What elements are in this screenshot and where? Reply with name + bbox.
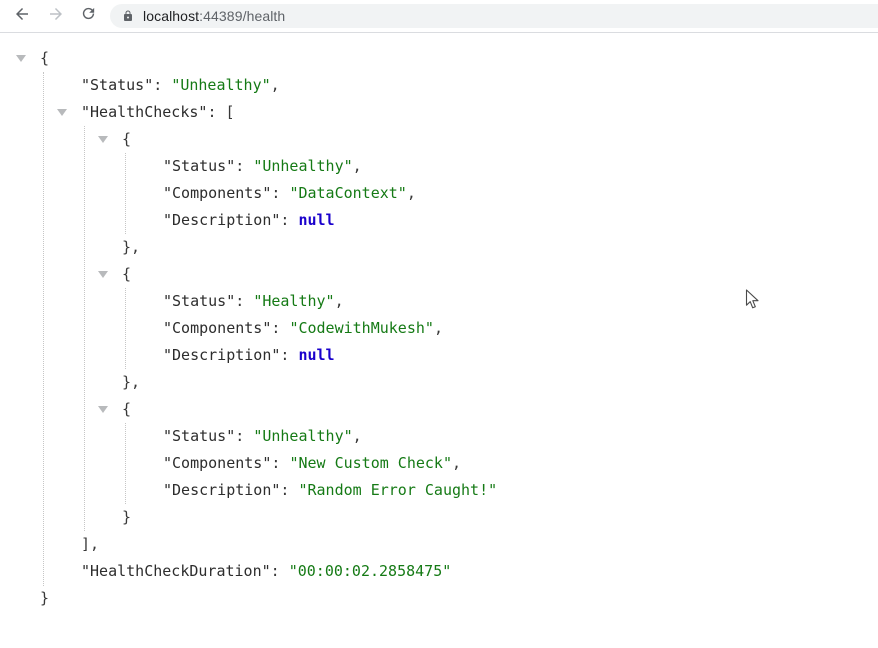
json-segment-n: null (298, 211, 334, 229)
json-line: "Status": "Unhealthy", (0, 72, 878, 99)
json-segment-p: : (235, 427, 253, 445)
json-line: } (0, 504, 878, 531)
json-segment-p: : (271, 319, 289, 337)
json-line: "Components": "New Custom Check", (0, 450, 878, 477)
json-segment-p: { (122, 265, 131, 283)
lock-icon (122, 9, 134, 23)
json-segment-s: "Unhealthy" (171, 76, 270, 94)
json-segment-p: , (335, 292, 344, 310)
json-segment-s: "Healthy" (253, 292, 334, 310)
mouse-cursor (745, 289, 760, 311)
json-segment-p: : (280, 481, 298, 499)
collapse-toggle-icon[interactable] (57, 109, 67, 116)
json-segment-p: }, (122, 238, 140, 256)
json-segment-p: : [ (207, 103, 234, 121)
json-segment-k: "Status" (163, 157, 235, 175)
forward-button[interactable] (47, 7, 65, 25)
refresh-icon (80, 5, 97, 27)
json-line: "HealthCheckDuration": "00:00:02.2858475… (0, 558, 878, 585)
json-segment-p: { (122, 130, 131, 148)
url-text: localhost:44389/health (143, 8, 285, 24)
json-segment-k: "Status" (163, 427, 235, 445)
json-segment-s: "CodewithMukesh" (289, 319, 434, 337)
json-line: "Description": "Random Error Caught!" (0, 477, 878, 504)
json-segment-p: , (434, 319, 443, 337)
collapse-toggle-icon[interactable] (16, 55, 26, 62)
json-segment-s: "00:00:02.2858475" (289, 562, 452, 580)
json-segment-p: , (452, 454, 461, 472)
browser-toolbar: localhost:44389/health (0, 0, 878, 33)
json-segment-n: null (298, 346, 334, 364)
json-segment-p: , (271, 76, 280, 94)
json-segment-p: : (153, 76, 171, 94)
address-bar[interactable]: localhost:44389/health (110, 4, 878, 28)
json-segment-k: "Description" (163, 481, 280, 499)
json-segment-p: , (353, 157, 362, 175)
json-segment-p: , (353, 427, 362, 445)
json-segment-k: "Status" (163, 292, 235, 310)
json-segment-p: } (40, 589, 49, 607)
json-line: { (0, 261, 878, 288)
json-line: { (0, 396, 878, 423)
collapse-toggle-icon[interactable] (98, 406, 108, 413)
forward-arrow-icon (47, 5, 65, 28)
refresh-button[interactable] (79, 7, 97, 25)
json-line: "Description": null (0, 207, 878, 234)
url-path: :44389/health (199, 8, 285, 24)
json-segment-s: "Unhealthy" (253, 157, 352, 175)
json-segment-k: "Status" (81, 76, 153, 94)
json-line: }, (0, 234, 878, 261)
json-segment-p: : (280, 211, 298, 229)
json-segment-p: : (271, 562, 289, 580)
json-segment-p: : (271, 454, 289, 472)
json-segment-k: "Components" (163, 184, 271, 202)
json-segment-s: "Random Error Caught!" (298, 481, 497, 499)
json-segment-p: : (235, 292, 253, 310)
back-button[interactable] (13, 7, 31, 25)
json-line: "HealthChecks": [ (0, 99, 878, 126)
json-line: } (0, 585, 878, 612)
json-segment-k: "Components" (163, 319, 271, 337)
json-segment-s: "DataContext" (289, 184, 406, 202)
json-segment-p: { (122, 400, 131, 418)
json-segment-s: "Unhealthy" (253, 427, 352, 445)
collapse-toggle-icon[interactable] (98, 271, 108, 278)
json-segment-k: "Description" (163, 346, 280, 364)
json-line: "Description": null (0, 342, 878, 369)
json-segment-k: "HealthCheckDuration" (81, 562, 271, 580)
url-host: localhost (143, 8, 199, 24)
json-segment-p: }, (122, 373, 140, 391)
json-segment-p: { (40, 49, 49, 67)
json-tree: {"Status": "Unhealthy","HealthChecks": [… (0, 33, 878, 648)
back-arrow-icon (13, 5, 31, 28)
json-segment-p: : (280, 346, 298, 364)
json-line: "Components": "CodewithMukesh", (0, 315, 878, 342)
json-segment-k: "Components" (163, 454, 271, 472)
json-segment-p: ], (81, 535, 99, 553)
collapse-toggle-icon[interactable] (98, 136, 108, 143)
json-line: }, (0, 369, 878, 396)
json-line: ], (0, 531, 878, 558)
json-segment-k: "Description" (163, 211, 280, 229)
json-line: { (0, 126, 878, 153)
json-line: "Components": "DataContext", (0, 180, 878, 207)
json-segment-p: } (122, 508, 131, 526)
json-line: { (0, 45, 878, 72)
json-segment-p: : (271, 184, 289, 202)
json-segment-k: "HealthChecks" (81, 103, 207, 121)
json-segment-s: "New Custom Check" (289, 454, 452, 472)
json-line: "Status": "Unhealthy", (0, 423, 878, 450)
json-segment-p: : (235, 157, 253, 175)
json-line: "Status": "Unhealthy", (0, 153, 878, 180)
json-segment-p: , (407, 184, 416, 202)
